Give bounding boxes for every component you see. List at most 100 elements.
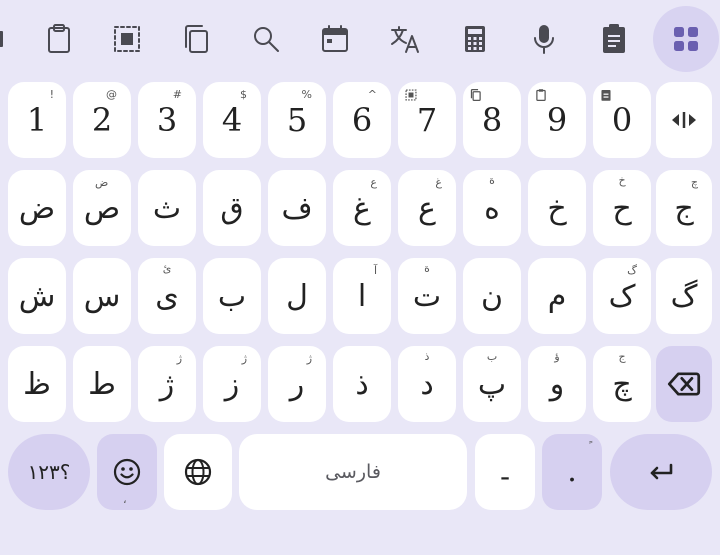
key-label: ف: [281, 190, 313, 226]
key-letter[interactable]: اآ: [333, 258, 391, 334]
key-letter[interactable]: حخ: [593, 170, 651, 246]
language-switch-key[interactable]: [164, 434, 232, 510]
search-icon[interactable]: [237, 8, 295, 70]
select-all-icon[interactable]: [98, 8, 156, 70]
key-8[interactable]: 8: [463, 82, 521, 158]
clipboard-text-icon[interactable]: [585, 8, 643, 70]
key-letter[interactable]: دذ: [398, 346, 456, 422]
clipboard-icon[interactable]: [30, 8, 88, 70]
key-letter[interactable]: ب: [203, 258, 261, 334]
key-6[interactable]: 6 ^: [333, 82, 391, 158]
cursor-move-key[interactable]: [656, 82, 712, 158]
key-label: 4: [221, 101, 243, 139]
key-label: ر: [289, 366, 305, 402]
key-hint: %: [301, 88, 312, 101]
key-letter[interactable]: پب: [463, 346, 521, 422]
key-letter[interactable]: ن: [463, 258, 521, 334]
key-letter[interactable]: وؤ: [528, 346, 586, 422]
key-hint: غ: [435, 176, 442, 189]
key-label: ا: [357, 278, 367, 314]
key-hint: #: [172, 88, 182, 101]
key-letter[interactable]: ض: [8, 170, 66, 246]
key-hint: !: [49, 88, 54, 101]
key-hint: ،: [123, 493, 127, 506]
apps-grid-icon: [674, 27, 698, 51]
key-hint: ب: [486, 350, 498, 363]
key-letter[interactable]: م: [528, 258, 586, 334]
key-letter[interactable]: یئ: [138, 258, 196, 334]
key-label: 5: [286, 101, 308, 139]
key-label: س: [83, 278, 121, 314]
key-hint: چ: [690, 176, 698, 189]
key-letter[interactable]: ش: [8, 258, 66, 334]
suggestion-toolbar: [0, 0, 720, 78]
key-label: 7: [416, 101, 438, 139]
key-letter[interactable]: ذ: [333, 346, 391, 422]
key-label: گ: [670, 278, 698, 314]
key-letter[interactable]: س: [73, 258, 131, 334]
translate-icon[interactable]: [376, 8, 434, 70]
key-2[interactable]: 2 @: [73, 82, 131, 158]
key-letter[interactable]: جچ: [656, 170, 712, 246]
key-7[interactable]: 7: [398, 82, 456, 158]
microphone-icon[interactable]: [515, 8, 573, 70]
emoji-key[interactable]: ،: [97, 434, 157, 510]
key-letter[interactable]: ظ: [8, 346, 66, 422]
partial-toolbar-icon[interactable]: [0, 8, 10, 70]
key-label: 8: [481, 101, 503, 139]
key-0[interactable]: 0: [593, 82, 651, 158]
key-hint: $: [240, 88, 247, 101]
space-key[interactable]: فارسی: [239, 434, 467, 510]
key-label: ه: [484, 190, 500, 226]
key-hint: خ: [618, 174, 626, 187]
key-letter[interactable]: ف: [268, 170, 326, 246]
apps-grid-button[interactable]: [653, 6, 719, 72]
key-letter[interactable]: ل: [268, 258, 326, 334]
key-hint: ژ: [306, 352, 312, 365]
key-letter[interactable]: رژ: [268, 346, 326, 422]
key-label: 9: [546, 101, 568, 139]
key-hint: ض: [95, 176, 109, 189]
key-letter[interactable]: ژژ: [138, 346, 196, 422]
key-letter[interactable]: عغ: [398, 170, 456, 246]
key-label: ح: [612, 190, 632, 226]
key-letter[interactable]: کگ: [593, 258, 651, 334]
key-letter[interactable]: تة: [398, 258, 456, 334]
dash-key[interactable]: -: [475, 434, 535, 510]
key-letter[interactable]: صض: [73, 170, 131, 246]
calculator-icon[interactable]: [446, 8, 504, 70]
calendar-icon[interactable]: [306, 8, 364, 70]
copy-icon[interactable]: [168, 8, 226, 70]
key-letter[interactable]: خ: [528, 170, 586, 246]
period-key[interactable]: . ً: [542, 434, 602, 510]
key-4[interactable]: 4 $: [203, 82, 261, 158]
key-hint: ^: [367, 88, 377, 101]
enter-icon: [650, 463, 673, 480]
backspace-key[interactable]: [656, 346, 712, 422]
key-label: ی: [155, 278, 179, 314]
key-label: ق: [220, 190, 244, 226]
key-1[interactable]: 1!: [8, 82, 66, 158]
globe-icon: [184, 458, 212, 486]
key-letter[interactable]: هة: [463, 170, 521, 246]
key-9[interactable]: 9: [528, 82, 586, 158]
key-5[interactable]: 5%: [268, 82, 326, 158]
key-letter[interactable]: گ: [656, 258, 712, 334]
key-label: ب: [217, 278, 247, 314]
key-label: پ: [477, 366, 507, 402]
key-letter[interactable]: غع: [333, 170, 391, 246]
key-letter[interactable]: ط: [73, 346, 131, 422]
key-letter[interactable]: زژ: [203, 346, 261, 422]
key-label: .: [567, 454, 577, 489]
key-label: ذ: [355, 366, 369, 402]
key-label: ض: [18, 190, 56, 226]
enter-key[interactable]: [610, 434, 712, 510]
key-letter[interactable]: چج: [593, 346, 651, 422]
key-letter[interactable]: ق: [203, 170, 261, 246]
backspace-icon: [667, 372, 701, 396]
cursor-arrows-icon: [672, 112, 696, 128]
key-3[interactable]: 3 #: [138, 82, 196, 158]
key-letter[interactable]: ث: [138, 170, 196, 246]
key-label: خ: [547, 190, 567, 226]
symbols-key[interactable]: ؟۱۲۳: [8, 434, 90, 510]
